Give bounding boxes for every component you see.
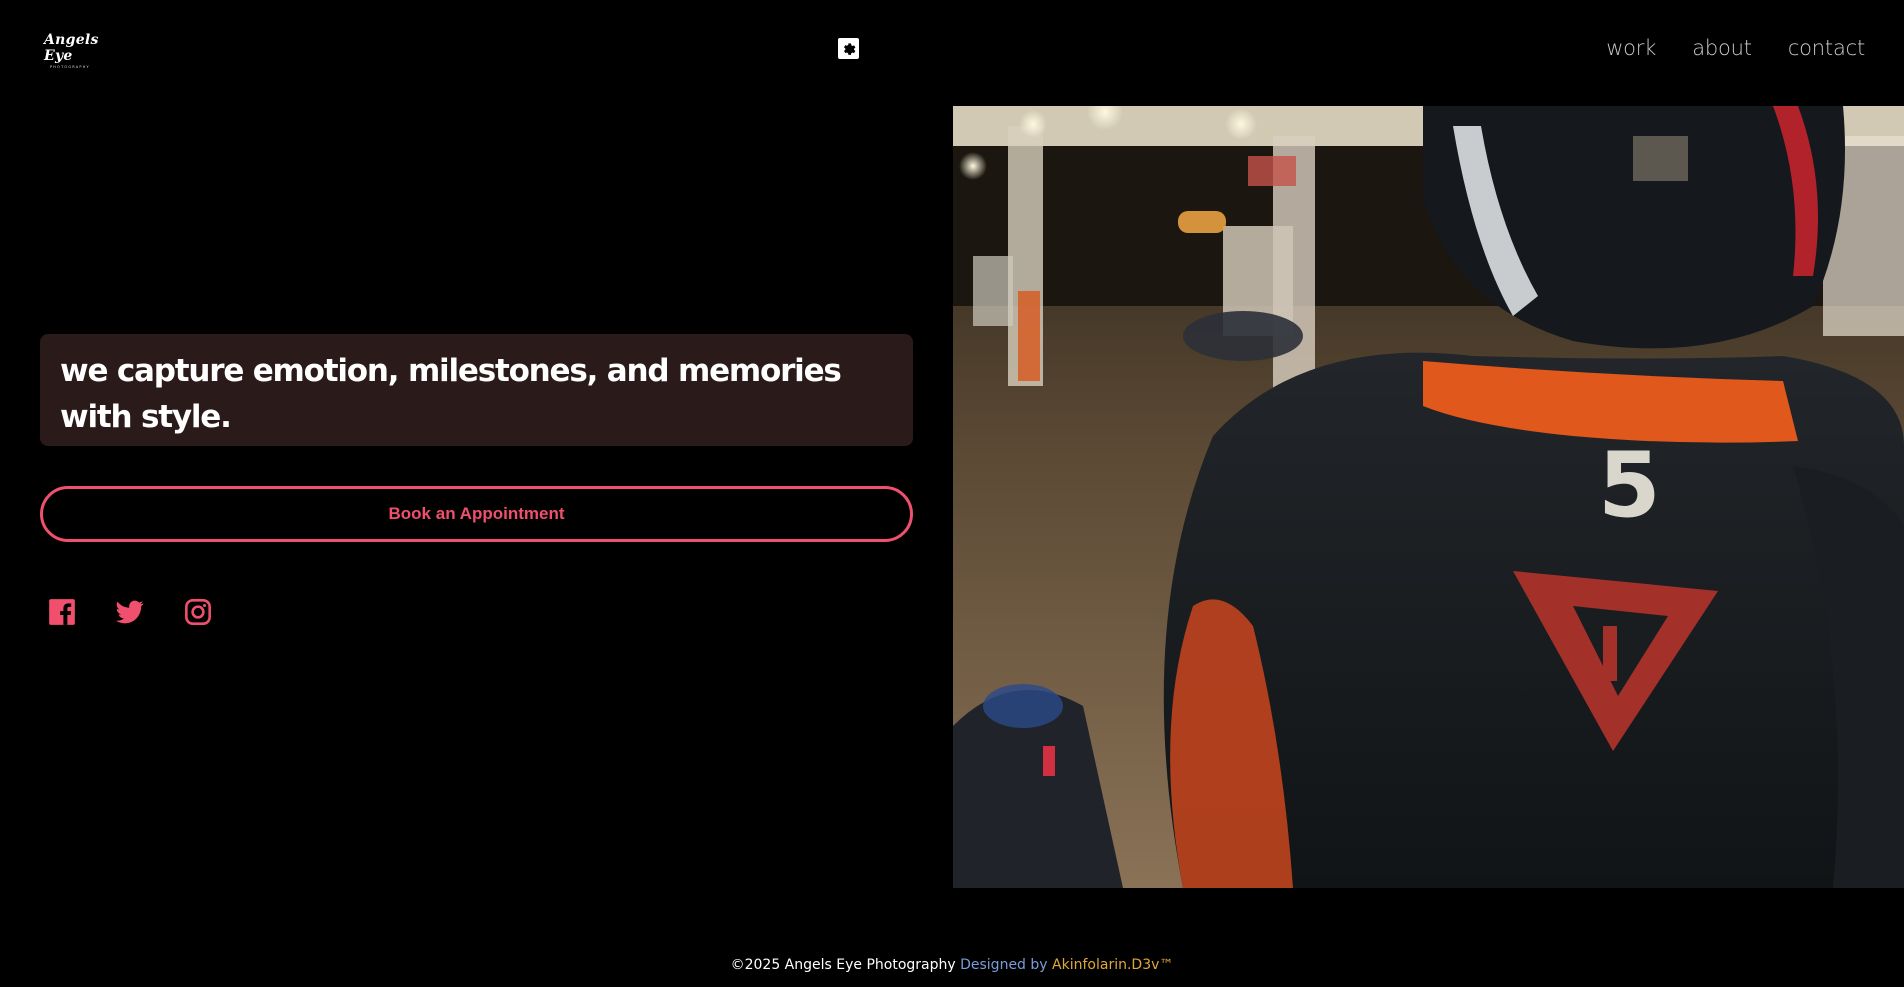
logo-sub-text: PHOTOGRAPHY xyxy=(50,65,90,69)
brand-logo[interactable]: Angels Eye PHOTOGRAPHY xyxy=(44,32,116,69)
tagline-box: we capture emotion, milestones, and memo… xyxy=(40,334,913,446)
footer-designed-by: Designed by xyxy=(960,957,1048,973)
theme-toggle-button[interactable] xyxy=(838,38,859,59)
social-links xyxy=(48,598,212,626)
twitter-icon[interactable] xyxy=(116,598,144,626)
logo-main-text: Angels Eye xyxy=(44,32,99,64)
instagram-icon[interactable] xyxy=(184,598,212,626)
nav-link-about[interactable]: about xyxy=(1692,36,1752,60)
facebook-icon[interactable] xyxy=(48,598,76,626)
main-nav: work about contact xyxy=(1606,36,1865,60)
site-footer: ©2025 Angels Eye Photography Designed by… xyxy=(0,957,1904,973)
book-appointment-button[interactable]: Book an Appointment xyxy=(40,486,913,542)
nav-link-contact[interactable]: contact xyxy=(1788,36,1865,60)
footer-author-link[interactable]: Akinfolarin.D3v™ xyxy=(1052,957,1173,973)
jacket-number: 5 xyxy=(1598,433,1661,538)
gear-icon xyxy=(844,43,856,55)
hero-photo-illustration: 5 xyxy=(953,106,1904,888)
page: Angels Eye PHOTOGRAPHY work about contac… xyxy=(0,0,1904,987)
hero-tagline: we capture emotion, milestones, and memo… xyxy=(60,353,842,435)
footer-copyright: ©2025 Angels Eye Photography xyxy=(730,957,956,973)
nav-link-work[interactable]: work xyxy=(1606,36,1656,60)
hero-photo-motorcycle-rider: 5 xyxy=(953,106,1904,888)
